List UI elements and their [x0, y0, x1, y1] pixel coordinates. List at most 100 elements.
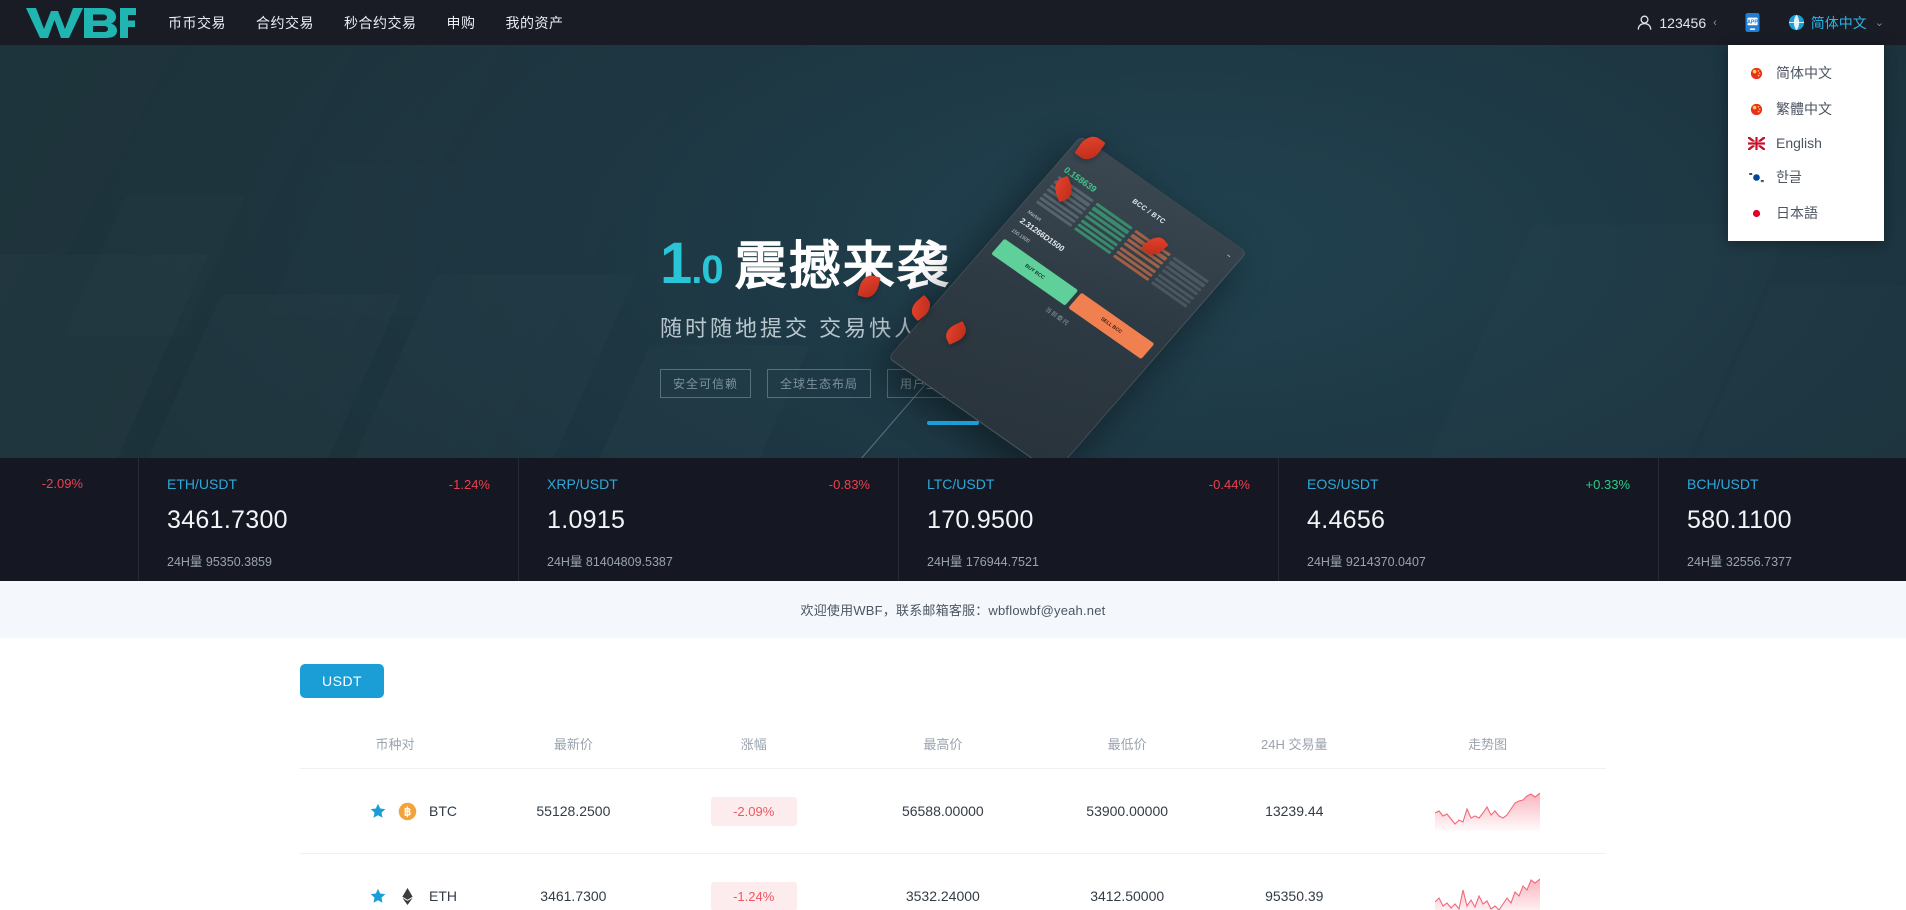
cell-last-price: 3461.7300: [490, 853, 657, 910]
cell-high: 3532.24000: [850, 853, 1035, 910]
ticker-item-ltc[interactable]: LTC/USDT -0.44% 170.9500 24H量 176944.752…: [899, 458, 1279, 581]
col-pair: 币种对: [300, 721, 490, 769]
ticker-change: -1.24%: [448, 476, 490, 492]
device-signal-icon: ▪▪: [1224, 252, 1232, 260]
nav-coin-trade[interactable]: 币币交易: [168, 13, 226, 33]
market-section: USDT 币种对 最新价 涨幅 最高价 最低价 24H 交易量 走势图 ฿ BT…: [0, 638, 1906, 910]
flag-uk-icon: [1748, 136, 1765, 150]
ticker-price: 3461.7300: [167, 506, 288, 534]
language-option-label: English: [1776, 135, 1822, 151]
favorite-star-icon[interactable]: [370, 888, 386, 904]
notice-bar: 欢迎使用WBF，联系邮箱客服：wbflowbf@yeah.net: [0, 581, 1906, 638]
market-table: 币种对 最新价 涨幅 最高价 最低价 24H 交易量 走势图 ฿ BTC 551…: [300, 721, 1606, 910]
user-icon: [1638, 15, 1652, 30]
main-nav: 币币交易 合约交易 秒合约交易 申购 我的资产: [168, 13, 564, 33]
col-high: 最高价: [850, 721, 1035, 769]
cell-trend: [1369, 768, 1606, 854]
language-dropdown-menu[interactable]: 简体中文 繁體中文 English 한글 日本語: [1728, 45, 1884, 241]
ticker-change: -0.44%: [1208, 476, 1250, 492]
language-option-zh-tw[interactable]: 繁體中文: [1728, 91, 1884, 127]
eth-icon: [402, 887, 413, 905]
ticker-change: -2.09%: [41, 476, 83, 491]
market-ticker-bar: -2.09% ETH/USDT -1.24% 3461.7300 24H量 95…: [0, 458, 1906, 581]
market-table-head: 币种对 最新价 涨幅 最高价 最低价 24H 交易量 走势图: [300, 721, 1606, 769]
site-header: 币币交易 合约交易 秒合约交易 申购 我的资产 123456 ‹ APP 简体中…: [0, 0, 1906, 241]
hero-tag: 安全可信赖: [660, 369, 752, 398]
cell-pair: ETH: [300, 853, 490, 910]
ticker-item-partial[interactable]: -2.09%: [0, 458, 139, 581]
cell-change: -2.09%: [656, 768, 851, 854]
user-menu[interactable]: 123456 ‹: [1637, 14, 1717, 31]
ticker-volume: 24H量 32556.7377: [1687, 555, 1792, 569]
carousel-indicator[interactable]: [927, 421, 979, 425]
col-last-price: 最新价: [490, 721, 657, 769]
nav-subscribe[interactable]: 申购: [447, 13, 476, 33]
ticker-pair: EOS/USDT: [1307, 476, 1379, 492]
ticker-price: 170.9500: [927, 506, 1034, 534]
pair-symbol: ETH: [429, 888, 457, 904]
cell-low: 53900.00000: [1035, 768, 1220, 854]
app-download-button[interactable]: APP: [1743, 12, 1762, 33]
ticker-volume: 24H量 176944.7521: [927, 555, 1039, 569]
ticker-change: -0.83%: [828, 476, 870, 492]
sparkline-chart: [1435, 792, 1541, 831]
tab-usdt[interactable]: USDT: [300, 664, 385, 698]
ticker-price: 4.4656: [1307, 506, 1386, 534]
nav-contract-trade[interactable]: 合约交易: [256, 13, 314, 33]
ticker-item-xrp[interactable]: XRP/USDT -0.83% 1.0915 24H量 81404809.538…: [519, 458, 899, 581]
ticker-item-bch[interactable]: BCH/USDT 580.1100 24H量 32556.7377: [1659, 458, 1906, 581]
nav-my-assets[interactable]: 我的资产: [506, 13, 564, 33]
cell-low: 3412.50000: [1035, 853, 1220, 910]
svg-text:฿: ฿: [404, 806, 411, 818]
cell-volume: 13239.44: [1219, 768, 1370, 854]
col-volume: 24H 交易量: [1219, 721, 1370, 769]
wbf-logo[interactable]: [20, 0, 140, 45]
ticker-price: 1.0915: [547, 506, 626, 534]
hero-device-mockup: ☰ ▪▪ BCC / BTC 0.158639 Market 2.31266D1…: [857, 131, 1285, 458]
ticker-pair: BCH/USDT: [1687, 476, 1759, 492]
ticker-volume: 24H量 9214370.0407: [1307, 555, 1426, 569]
table-row[interactable]: ETH 3461.7300 -1.24% 3532.24000 3412.500…: [300, 853, 1606, 910]
language-option-label: 简体中文: [1776, 65, 1832, 81]
language-switcher[interactable]: 简体中文 ⌄: [1788, 13, 1884, 33]
cell-change: -1.24%: [656, 853, 851, 910]
cell-volume: 95350.39: [1219, 853, 1370, 910]
ticker-volume: 24H量 95350.3859: [167, 555, 272, 569]
ticker-item-eth[interactable]: ETH/USDT -1.24% 3461.7300 24H量 95350.385…: [139, 458, 519, 581]
language-option-label: 日本語: [1776, 205, 1818, 221]
favorite-star-icon[interactable]: [370, 803, 386, 819]
ticker-price: 580.1100: [1687, 506, 1792, 534]
sparkline-chart: [1435, 878, 1541, 910]
language-option-zh-cn[interactable]: 简体中文: [1728, 55, 1884, 91]
table-row[interactable]: ฿ BTC 55128.2500 -2.09% 56588.00000 5390…: [300, 768, 1606, 854]
language-option-label: 繁體中文: [1776, 101, 1832, 117]
change-badge: -2.09%: [710, 796, 797, 826]
wbf-logo-icon: [26, 7, 136, 38]
user-chevron-icon: ‹: [1713, 16, 1717, 29]
ticker-item-eos[interactable]: EOS/USDT +0.33% 4.4656 24H量 9214370.0407: [1279, 458, 1659, 581]
ticker-change: +0.33%: [1585, 476, 1630, 492]
flag-cn-traditional-icon: [1750, 103, 1763, 115]
language-option-ko[interactable]: 한글: [1728, 159, 1884, 195]
market-table-body: ฿ BTC 55128.2500 -2.09% 56588.00000 5390…: [300, 768, 1606, 910]
nav-second-contract[interactable]: 秒合约交易: [344, 13, 417, 33]
flag-kr-icon: [1748, 170, 1765, 184]
cell-high: 56588.00000: [850, 768, 1035, 854]
cell-pair: ฿ BTC: [300, 768, 490, 854]
ticker-volume: 24H量 81404809.5387: [547, 555, 673, 569]
globe-icon: [1788, 14, 1804, 31]
svg-text:APP: APP: [1747, 19, 1758, 25]
chevron-down-icon: ⌄: [1874, 17, 1884, 29]
language-option-ja[interactable]: 日本語: [1728, 195, 1884, 231]
language-option-en[interactable]: English: [1728, 127, 1884, 159]
btc-icon: ฿: [398, 802, 417, 820]
col-low: 最低价: [1035, 721, 1220, 769]
flag-cn-icon: [1750, 67, 1763, 79]
notice-text: 欢迎使用WBF，联系邮箱客服：wbflowbf@yeah.net: [800, 603, 1106, 618]
flag-jp-icon: [1748, 206, 1765, 220]
col-change: 涨幅: [656, 721, 851, 769]
table-header-row: 币种对 最新价 涨幅 最高价 最低价 24H 交易量 走势图: [300, 721, 1606, 769]
user-name: 123456: [1659, 14, 1707, 31]
change-badge: -1.24%: [710, 881, 797, 910]
app-phone-icon: APP: [1745, 13, 1760, 32]
